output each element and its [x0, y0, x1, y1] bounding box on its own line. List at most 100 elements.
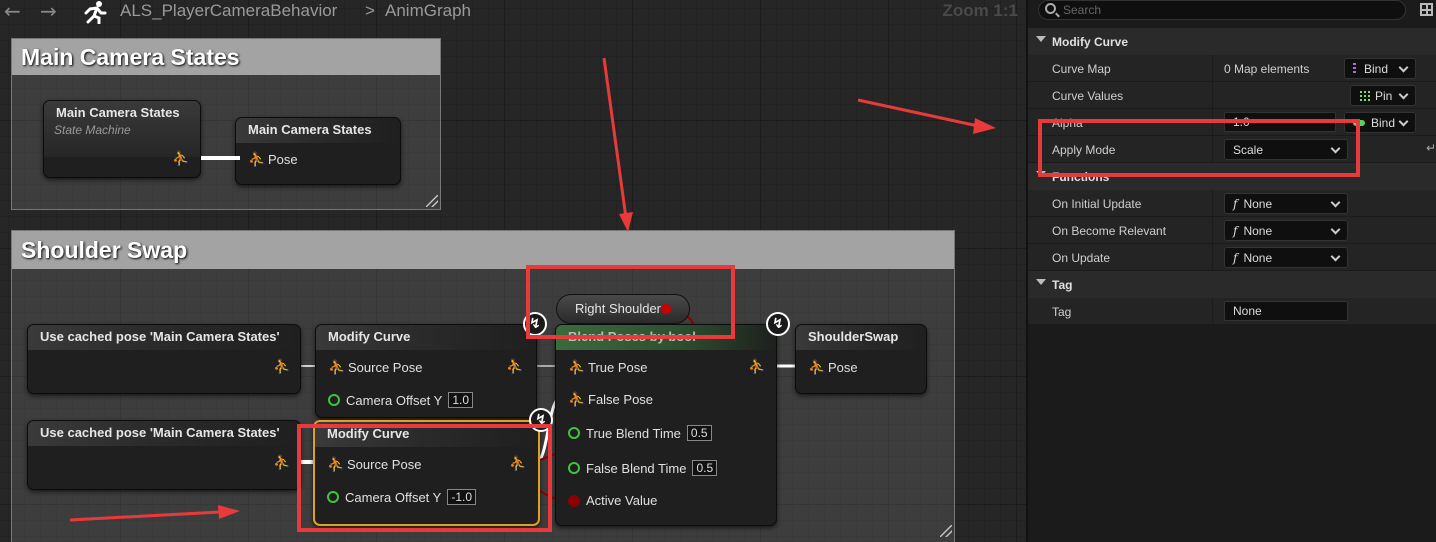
prop-label: Curve Values	[1052, 89, 1124, 103]
details-search	[1038, 0, 1433, 22]
dropdown-label: Bind	[1364, 62, 1389, 76]
source-pose-pin[interactable]: ⛹ Source Pose	[328, 359, 422, 375]
prop-label: Tag	[1052, 305, 1072, 319]
dropdown-label: Bind	[1371, 116, 1396, 130]
chevron-down-icon	[1330, 224, 1341, 235]
prop-on-initial-update: On Initial Update f None	[1028, 190, 1436, 217]
true-blend-time-field[interactable]: 0.5	[686, 425, 712, 441]
pin-label: Camera Offset Y	[346, 392, 443, 408]
on-initial-update-dropdown[interactable]: f None	[1224, 193, 1348, 214]
pin-label: Active Value	[586, 493, 658, 508]
shoulder-swap-node[interactable]: ShoulderSwap ⛹ Pose	[795, 324, 927, 394]
float-pin-icon	[568, 462, 580, 474]
camera-offset-pin[interactable]: Camera Offset Y 1.0	[328, 392, 474, 408]
false-blend-time-pin[interactable]: False Blend Time 0.5	[568, 460, 718, 476]
chevron-down-icon	[1036, 279, 1046, 285]
prop-label: Curve Map	[1052, 62, 1111, 76]
divider	[1212, 55, 1213, 82]
section-title: Tag	[1052, 278, 1073, 292]
curve-map-bind-dropdown[interactable]: Bind	[1344, 58, 1416, 79]
pose-output-pin-icon[interactable]: ⛹	[273, 455, 290, 471]
offset-value-field[interactable]: 1.0	[448, 392, 474, 408]
dropdown-label: Pin	[1375, 89, 1393, 103]
search-box[interactable]	[1038, 0, 1406, 20]
dropdown-label: None	[1243, 251, 1273, 265]
anim-graph-canvas[interactable]: ← → ALS_PlayerCameraBehavior > AnimGraph…	[0, 0, 1026, 542]
modify-curve-node-1[interactable]: Modify Curve ⛹ Source Pose ⛹ Camera Offs…	[315, 324, 537, 418]
prop-curve-values: Curve Values Pin	[1028, 82, 1436, 109]
divider	[1212, 244, 1213, 271]
prop-on-become-relevant: On Become Relevant f None	[1028, 217, 1436, 244]
pin-grid-icon	[1359, 90, 1371, 102]
bool-pin-icon	[568, 494, 580, 507]
annotation-highlight-box	[1038, 119, 1360, 177]
false-pose-pin[interactable]: ⛹ False Pose	[568, 391, 653, 407]
section-tag[interactable]: Tag	[1028, 271, 1436, 298]
float-pin-icon	[568, 427, 580, 439]
node-title: ShoulderSwap	[796, 325, 926, 350]
pin-label: False Blend Time	[586, 460, 687, 476]
function-icon: f	[1233, 197, 1238, 211]
prop-label: On Update	[1052, 251, 1111, 265]
function-icon: f	[1233, 251, 1238, 265]
on-become-relevant-dropdown[interactable]: f None	[1224, 220, 1348, 241]
pose-output-pin-icon[interactable]: ⛹	[273, 359, 290, 375]
divider	[1212, 217, 1213, 244]
active-value-pin[interactable]: Active Value	[568, 493, 657, 508]
pin-label: True Pose	[588, 359, 648, 375]
annotation-highlight-box	[526, 265, 735, 339]
pose-icon: ⛹	[328, 359, 346, 375]
pin-label: Pose	[828, 359, 858, 375]
dropdown-label: None	[1243, 197, 1273, 211]
chevron-down-icon	[1398, 89, 1409, 100]
pose-icon: ⛹	[568, 391, 586, 407]
curve-values-pin-dropdown[interactable]: Pin	[1350, 85, 1416, 106]
lightning-bolt-icon: ↯	[766, 312, 790, 336]
pose-icon: ⛹	[568, 359, 586, 375]
prop-label: On Initial Update	[1052, 197, 1142, 211]
blend-poses-by-bool-node[interactable]: Blend Poses by bool ⛹ True Pose ⛹ ⛹ Fals…	[555, 324, 777, 526]
node-title: Use cached pose 'Main Camera States'	[28, 325, 300, 350]
pin-label: False Pose	[588, 391, 654, 407]
divider	[1212, 82, 1213, 109]
pose-input-pin[interactable]: ⛹ Pose	[808, 359, 858, 375]
node-title: Modify Curve	[316, 325, 536, 350]
reset-to-default-icon[interactable]: ↵	[1426, 141, 1436, 155]
cached-pose-node-2[interactable]: Use cached pose 'Main Camera States' ⛹	[27, 420, 301, 490]
chevron-down-icon	[1398, 62, 1409, 73]
tag-value-field[interactable]: None	[1224, 301, 1348, 321]
divider	[1212, 298, 1213, 325]
prop-on-update: On Update f None	[1028, 244, 1436, 271]
prop-tag: Tag None	[1028, 298, 1436, 325]
node-title: Use cached pose 'Main Camera States'	[28, 421, 300, 446]
chevron-down-icon	[1330, 251, 1341, 262]
chevron-down-icon	[1330, 197, 1341, 208]
chevron-down-icon	[1036, 36, 1046, 42]
pose-output-pin-icon[interactable]: ⛹	[506, 359, 523, 375]
pose-icon: ⛹	[808, 359, 826, 375]
details-panel: Modify Curve Curve Map 0 Map elements Bi…	[1026, 0, 1436, 542]
float-pin-icon	[328, 394, 340, 406]
search-input[interactable]	[1063, 2, 1393, 18]
bind-icon	[1353, 63, 1356, 75]
false-blend-time-field[interactable]: 0.5	[692, 460, 718, 476]
divider	[1212, 190, 1213, 217]
prop-label: On Become Relevant	[1052, 224, 1167, 238]
pin-label: Source Pose	[348, 359, 423, 375]
prop-value: 0 Map elements	[1224, 62, 1310, 76]
chevron-down-icon	[1398, 116, 1409, 127]
annotation-highlight-box	[297, 424, 552, 532]
prop-curve-map: Curve Map 0 Map elements Bind	[1028, 55, 1436, 82]
pose-output-pin-icon[interactable]: ⛹	[748, 359, 765, 375]
pin-label: True Blend Time	[586, 425, 681, 441]
true-pose-pin[interactable]: ⛹ True Pose	[568, 359, 648, 375]
search-icon	[1045, 3, 1056, 14]
on-update-dropdown[interactable]: f None	[1224, 247, 1348, 268]
true-blend-time-pin[interactable]: True Blend Time 0.5	[568, 425, 712, 441]
property-matrix-icon[interactable]	[1420, 3, 1433, 16]
section-modify-curve[interactable]: Modify Curve	[1028, 28, 1436, 55]
cached-pose-node-1[interactable]: Use cached pose 'Main Camera States' ⛹	[27, 324, 301, 394]
section-title: Modify Curve	[1052, 35, 1129, 49]
function-icon: f	[1233, 224, 1238, 238]
dropdown-label: None	[1243, 224, 1273, 238]
